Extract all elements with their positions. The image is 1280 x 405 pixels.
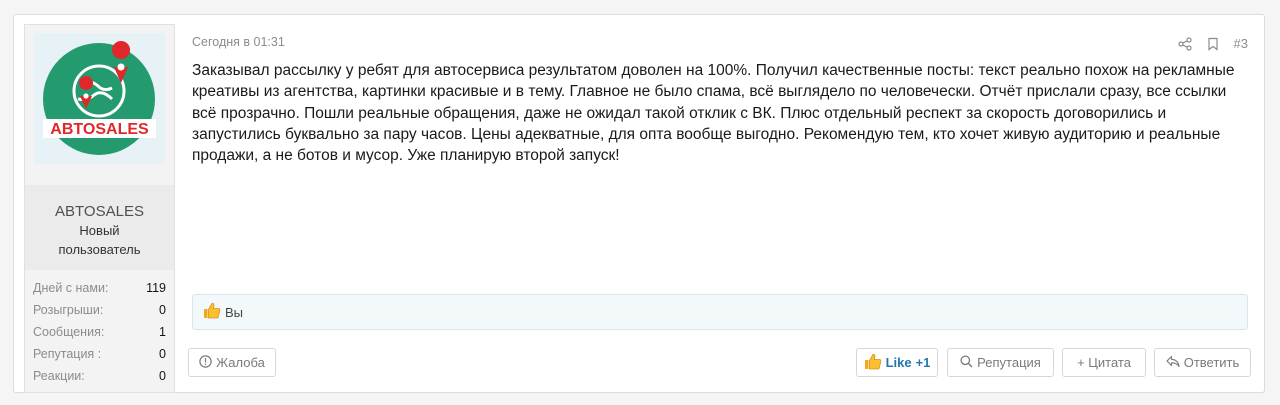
post-timestamp[interactable]: Сегодня в 01:31 <box>192 35 285 49</box>
stat-label: Сообщения: <box>33 325 105 339</box>
thumbs-up-icon <box>203 302 221 322</box>
stat-value: 1 <box>159 325 166 339</box>
thumbs-up-icon <box>864 353 882 373</box>
stat-row: Реакции: 0 <box>33 365 166 387</box>
stat-value: 0 <box>159 303 166 317</box>
stat-value: 0 <box>159 347 166 361</box>
avatar[interactable]: ABTOSALES <box>34 33 165 164</box>
reply-label: Ответить <box>1183 355 1240 370</box>
user-name-block: ABTOSALES Новый пользователь <box>25 185 174 270</box>
like-button[interactable]: Like +1 <box>856 348 938 377</box>
stat-row: Сообщения: 1 <box>33 321 166 343</box>
user-stats: Дней с нами: 119 Розыгрыши: 0 Сообщения:… <box>33 277 166 387</box>
post-container: ABTOSALES ABTOSALES Новый пользователь Д… <box>13 14 1265 393</box>
report-label: Жалоба <box>216 355 265 370</box>
reply-button[interactable]: Ответить <box>1154 348 1251 377</box>
post-top-actions: #3 <box>1177 36 1248 51</box>
user-sidebar: ABTOSALES ABTOSALES Новый пользователь Д… <box>24 24 175 393</box>
like-label: Like <box>885 355 912 370</box>
stat-row: Розыгрыши: 0 <box>33 299 166 321</box>
quote-button[interactable]: + Цитата <box>1062 348 1146 377</box>
stat-value: 0 <box>159 369 166 383</box>
reputation-label: Репутация <box>977 355 1041 370</box>
alert-icon <box>199 354 212 371</box>
reactions-user: Вы <box>225 304 244 320</box>
bookmark-icon[interactable] <box>1206 37 1220 51</box>
reply-icon <box>1166 355 1180 371</box>
search-icon <box>960 354 973 371</box>
avatar-logo: ABTOSALES <box>34 33 165 164</box>
stat-label: Розыгрыши: <box>33 303 104 317</box>
stat-label: Дней с нами: <box>33 281 109 295</box>
username[interactable]: ABTOSALES <box>25 203 174 220</box>
stat-row: Дней с нами: 119 <box>33 277 166 299</box>
stat-label: Репутация : <box>33 347 102 361</box>
report-button[interactable]: Жалоба <box>188 348 276 377</box>
post-number[interactable]: #3 <box>1234 36 1248 51</box>
stat-value: 119 <box>146 281 166 295</box>
avatar-text: ABTOSALES <box>50 121 149 138</box>
stat-label: Реакции: <box>33 369 85 383</box>
reputation-button[interactable]: Репутация <box>947 348 1054 377</box>
post-body: Заказывал рассылку у ребят для автосерви… <box>192 62 1235 165</box>
like-count: +1 <box>915 355 931 370</box>
user-title: Новый пользователь <box>58 223 141 257</box>
quote-label: + Цитата <box>1077 355 1131 370</box>
share-icon[interactable] <box>1177 36 1192 51</box>
reactions-bar[interactable]: Вы <box>192 294 1248 330</box>
stat-row: Репутация : 0 <box>33 343 166 365</box>
